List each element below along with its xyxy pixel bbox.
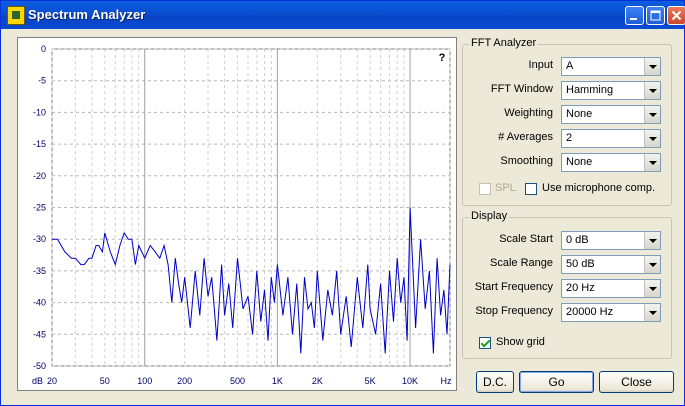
stop-frequency-label: Stop Frequency bbox=[475, 305, 553, 317]
minimize-icon bbox=[630, 18, 637, 20]
spectrum-chart: 0 -5 -10 -15 -20 -25 -30 -35 -40 -45 -5020 50 100 200… bbox=[32, 44, 452, 386]
use-microphone-comp-label: Use microphone comp. bbox=[542, 182, 656, 194]
display-group: Display Scale Start 0 dB Scale Range 50 … bbox=[462, 210, 672, 359]
smoothing-select-value: None bbox=[566, 156, 593, 168]
scale-start-label: Scale Start bbox=[499, 233, 553, 245]
fft-analyzer-group-title: FFT Analyzer bbox=[469, 37, 539, 49]
y-tick-label: -20 bbox=[33, 171, 46, 181]
title-bar[interactable]: Spectrum Analyzer bbox=[1, 1, 685, 29]
y-tick-label: -10 bbox=[33, 107, 46, 117]
chevron-down-icon[interactable] bbox=[644, 154, 660, 171]
start-frequency-label: Start Frequency bbox=[474, 281, 553, 293]
y-tick-label: -15 bbox=[33, 139, 46, 149]
spectrum-plot: 0 -5 -10 -15 -20 -25 -30 -35 -40 -45 -50 20 50 100 200… bbox=[17, 37, 457, 391]
window-title: Spectrum Analyzer bbox=[28, 7, 146, 22]
start-frequency-select[interactable]: 20 Hz bbox=[561, 279, 661, 298]
x-tick-label: 500 bbox=[230, 376, 245, 386]
fft-window-select[interactable]: Hamming bbox=[561, 81, 661, 100]
app-icon bbox=[7, 6, 25, 25]
fft-analyzer-group: FFT Analyzer Input A FFT Window Hamming … bbox=[462, 37, 672, 206]
show-grid-label: Show grid bbox=[496, 336, 545, 348]
use-microphone-comp-checkbox[interactable] bbox=[525, 183, 537, 195]
smoothing-select[interactable]: None bbox=[561, 153, 661, 172]
show-grid-checkbox[interactable] bbox=[479, 337, 491, 349]
maximize-icon bbox=[650, 10, 661, 21]
y-tick-label: -40 bbox=[33, 298, 46, 308]
scale-start-select-value: 0 dB bbox=[566, 234, 589, 246]
go-button[interactable]: Go bbox=[519, 371, 594, 393]
stop-frequency-select[interactable]: 20000 Hz bbox=[561, 303, 661, 322]
chevron-down-icon[interactable] bbox=[644, 232, 660, 249]
start-frequency-select-value: 20 Hz bbox=[566, 282, 595, 294]
input-select-value: A bbox=[566, 60, 574, 72]
input-label: Input bbox=[528, 59, 553, 71]
scale-start-select[interactable]: 0 dB bbox=[561, 231, 661, 250]
y-tick-label: -25 bbox=[33, 203, 46, 213]
y-unit-label: dB bbox=[32, 376, 43, 386]
maximize-button[interactable] bbox=[646, 6, 665, 25]
display-group-title: Display bbox=[469, 210, 510, 222]
input-select[interactable]: A bbox=[561, 57, 661, 76]
x-tick-label: 20 bbox=[47, 376, 57, 386]
x-tick-label: 200 bbox=[177, 376, 192, 386]
close-window-button[interactable] bbox=[667, 6, 685, 25]
scale-range-label: Scale Range bbox=[490, 257, 553, 269]
stop-frequency-select-value: 20000 Hz bbox=[566, 306, 614, 318]
chevron-down-icon[interactable] bbox=[644, 82, 660, 99]
chevron-down-icon[interactable] bbox=[644, 304, 660, 321]
x-tick-label: 100 bbox=[137, 376, 152, 386]
averages-select-value: 2 bbox=[566, 132, 573, 144]
spl-checkbox[interactable] bbox=[479, 183, 491, 195]
chevron-down-icon[interactable] bbox=[644, 106, 660, 123]
x-tick-label: 5K bbox=[365, 376, 376, 386]
x-tick-label: 10K bbox=[402, 376, 418, 386]
fft-window-label: FFT Window bbox=[490, 83, 553, 95]
y-tick-label: 0 bbox=[41, 44, 46, 54]
chevron-down-icon[interactable] bbox=[644, 58, 660, 75]
y-tick-label: -45 bbox=[33, 329, 46, 339]
close-icon bbox=[671, 10, 682, 21]
y-tick-label: -35 bbox=[33, 266, 46, 276]
y-tick-label: -30 bbox=[33, 234, 46, 244]
y-tick-label: -50 bbox=[33, 361, 46, 371]
chevron-down-icon[interactable] bbox=[644, 130, 660, 147]
chevron-down-icon[interactable] bbox=[644, 280, 660, 297]
x-tick-label: Hz bbox=[441, 376, 452, 386]
scale-range-select-value: 50 dB bbox=[566, 258, 595, 270]
dc-button[interactable]: D.C. bbox=[476, 371, 514, 393]
x-tick-label: 50 bbox=[100, 376, 110, 386]
minimize-button[interactable] bbox=[625, 6, 644, 25]
x-tick-label: 1K bbox=[272, 376, 283, 386]
spectrum-analyzer-window: Spectrum Analyzer 0 -5 -10 -15 -20 -25 -30 -35 -… bbox=[0, 0, 685, 406]
scale-range-select[interactable]: 50 dB bbox=[561, 255, 661, 274]
weighting-select-value: None bbox=[566, 108, 593, 120]
y-tick-label: -5 bbox=[38, 76, 46, 86]
weighting-select[interactable]: None bbox=[561, 105, 661, 124]
spl-label: SPL bbox=[495, 182, 516, 194]
fft-window-select-value: Hamming bbox=[566, 84, 614, 96]
weighting-label: Weighting bbox=[504, 107, 553, 119]
smoothing-label: Smoothing bbox=[500, 155, 553, 167]
close-button[interactable]: Close bbox=[599, 371, 674, 393]
chevron-down-icon[interactable] bbox=[644, 256, 660, 273]
averages-select[interactable]: 2 bbox=[561, 129, 661, 148]
averages-label: # Averages bbox=[498, 131, 553, 143]
x-tick-label: 2K bbox=[312, 376, 323, 386]
help-icon[interactable]: ? bbox=[439, 52, 446, 64]
